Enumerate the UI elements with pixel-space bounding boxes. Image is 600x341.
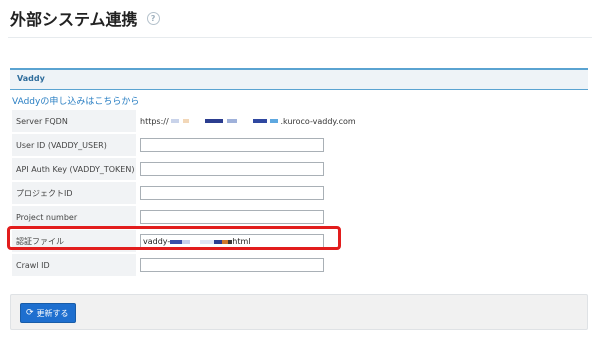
project-number-input[interactable] — [140, 210, 324, 224]
field-label: Server FQDN — [12, 110, 136, 132]
field-cell: vaddy-html — [138, 230, 356, 252]
page-title: 外部システム連携 — [10, 10, 138, 29]
header-divider — [8, 37, 592, 38]
user-id-input[interactable] — [140, 138, 324, 152]
field-label: プロジェクトID — [12, 182, 136, 204]
settings-table: Server FQDN https:// .kuroco-vaddy.com U… — [10, 108, 358, 278]
question-circle-icon[interactable]: ? — [146, 11, 160, 25]
field-label: Crawl ID — [12, 254, 136, 276]
server-fqdn-text: https:// .kuroco-vaddy.com — [140, 117, 356, 126]
section-header: Vaddy — [10, 68, 588, 90]
auth-file-input[interactable]: vaddy-html — [140, 234, 324, 248]
server-fqdn-suffix: .kuroco-vaddy.com — [280, 116, 356, 126]
crawl-id-input[interactable] — [140, 258, 324, 272]
field-cell — [138, 134, 356, 156]
table-row: Project number — [12, 206, 356, 228]
api-auth-key-input[interactable] — [140, 162, 324, 176]
project-id-input[interactable] — [140, 186, 324, 200]
field-label: User ID (VADDY_USER) — [12, 134, 136, 156]
table-row: User ID (VADDY_USER) — [12, 134, 356, 156]
form-footer: ⟳ 更新する — [10, 294, 588, 330]
field-cell — [138, 206, 356, 228]
redaction-mark — [253, 119, 268, 123]
field-cell — [138, 254, 356, 276]
sync-icon: ⟳ — [26, 308, 34, 318]
update-button-label: 更新する — [36, 308, 69, 318]
redaction-mark — [182, 239, 191, 244]
redaction-mark — [182, 119, 189, 123]
redaction-mark — [226, 119, 237, 123]
field-label: Project number — [12, 206, 136, 228]
field-label: 認証ファイル — [12, 230, 136, 252]
server-fqdn-value: https:// .kuroco-vaddy.com — [138, 110, 356, 132]
table-row: 認証ファイル vaddy-html — [12, 230, 356, 252]
table-row: API Auth Key (VADDY_TOKEN) — [12, 158, 356, 180]
table-row: プロジェクトID — [12, 182, 356, 204]
server-fqdn-prefix: https:// — [140, 116, 169, 126]
redaction-mark — [170, 239, 183, 244]
redaction-mark — [205, 119, 224, 123]
table-row: Crawl ID — [12, 254, 356, 276]
vaddy-apply-link[interactable]: VAddyの申し込みはこちらから — [12, 94, 139, 107]
field-label: API Auth Key (VADDY_TOKEN) — [12, 158, 136, 180]
redaction-mark — [200, 239, 215, 244]
section-title: Vaddy — [17, 74, 45, 83]
auth-file-suffix: html — [232, 237, 251, 246]
update-button[interactable]: ⟳ 更新する — [20, 303, 76, 323]
page-header: 外部システム連携 ? — [10, 6, 160, 30]
redaction-mark — [214, 239, 223, 244]
auth-file-prefix: vaddy- — [143, 237, 171, 246]
table-row: Server FQDN https:// .kuroco-vaddy.com — [12, 110, 356, 132]
redaction-mark — [269, 119, 278, 123]
redaction-mark — [171, 119, 180, 123]
vaddy-panel: Vaddy VAddyの申し込みはこちらから Server FQDN https… — [10, 68, 588, 282]
field-cell — [138, 182, 356, 204]
field-cell — [138, 158, 356, 180]
